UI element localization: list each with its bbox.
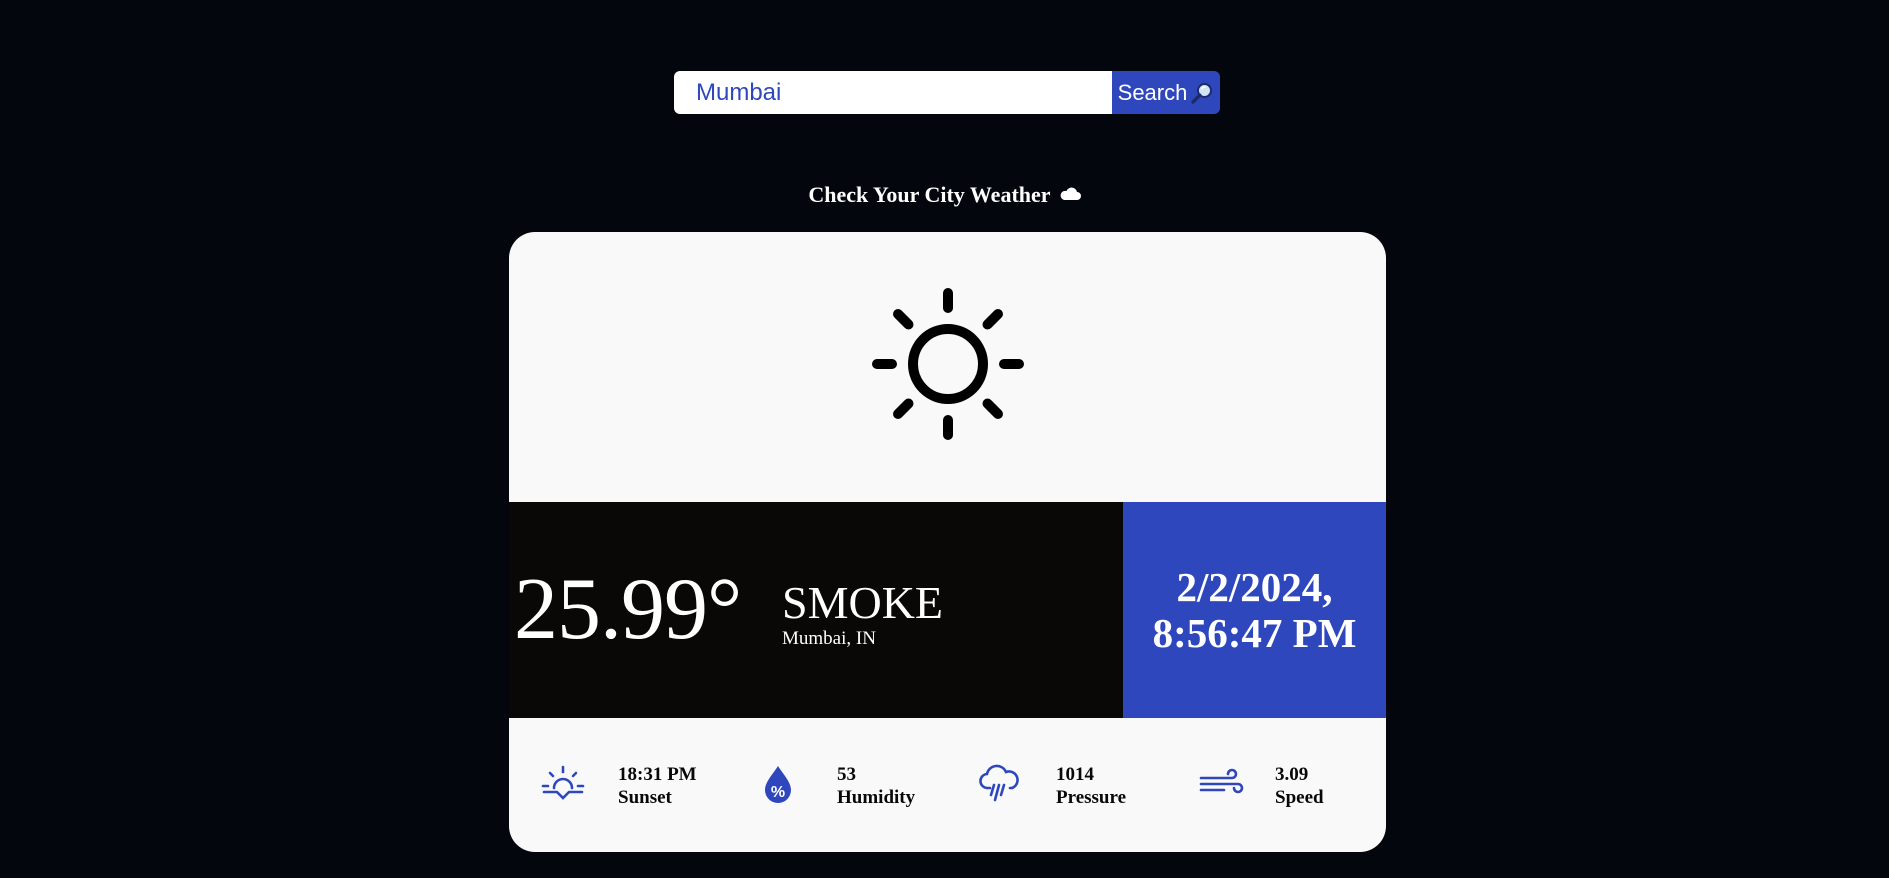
date-time-panel: 2/2/2024, 8:56:47 PM (1123, 502, 1386, 718)
wind-icon (1198, 764, 1244, 809)
search-bar: Search (674, 71, 1220, 114)
stat-pressure: 1014 Pressure (947, 718, 1166, 852)
stat-sunset: 18:31 PM Sunset (509, 718, 728, 852)
stat-sunset-text: 18:31 PM Sunset (618, 763, 697, 809)
weather-summary-band: 25.99° SMOKE Mumbai, IN 2/2/2024, 8:56:4… (509, 502, 1386, 718)
humidity-label: Humidity (837, 787, 916, 808)
search-button[interactable]: Search (1112, 71, 1220, 114)
pressure-label: Pressure (1056, 787, 1127, 808)
stat-humidity: % 53 Humidity (728, 718, 947, 852)
sun-icon (870, 286, 1026, 447)
humidity-value: 53 (837, 764, 856, 785)
search-button-label: Search (1117, 79, 1188, 105)
cloud-icon (1059, 181, 1081, 207)
weather-summary: 25.99° SMOKE Mumbai, IN (509, 502, 1123, 718)
stat-wind-speed-text: 3.09 Speed (1275, 763, 1324, 809)
page-heading: Check Your City Weather (0, 181, 1889, 208)
wind-speed-label: Speed (1275, 787, 1324, 808)
temperature: 25.99° (514, 561, 742, 658)
weather-stats: 18:31 PM Sunset % 53 Humidity 1014 Press… (509, 718, 1386, 852)
city-name: Mumbai, IN (782, 628, 876, 649)
magnifier-icon (1190, 81, 1214, 105)
date: 2/2/2024, (1176, 564, 1333, 610)
weather-card: 25.99° SMOKE Mumbai, IN 2/2/2024, 8:56:4… (509, 232, 1386, 852)
sunset-value: 18:31 PM (618, 764, 697, 785)
svg-text:%: % (771, 784, 785, 801)
pressure-value: 1014 (1056, 764, 1094, 785)
heading-text: Check Your City Weather (808, 182, 1051, 207)
sunset-label: Sunset (618, 787, 672, 808)
humidity-icon: % (760, 764, 796, 809)
search-input[interactable] (674, 71, 1112, 114)
stat-pressure-text: 1014 Pressure (1056, 763, 1126, 809)
wind-speed-value: 3.09 (1275, 764, 1309, 785)
sunset-icon (541, 764, 585, 809)
stat-wind-speed: 3.09 Speed (1166, 718, 1386, 852)
weather-icon-area (509, 232, 1386, 502)
weather-condition: SMOKE (782, 577, 944, 628)
time: 8:56:47 PM (1152, 610, 1357, 656)
pressure-icon (979, 764, 1021, 809)
stat-humidity-text: 53 Humidity (837, 763, 915, 809)
